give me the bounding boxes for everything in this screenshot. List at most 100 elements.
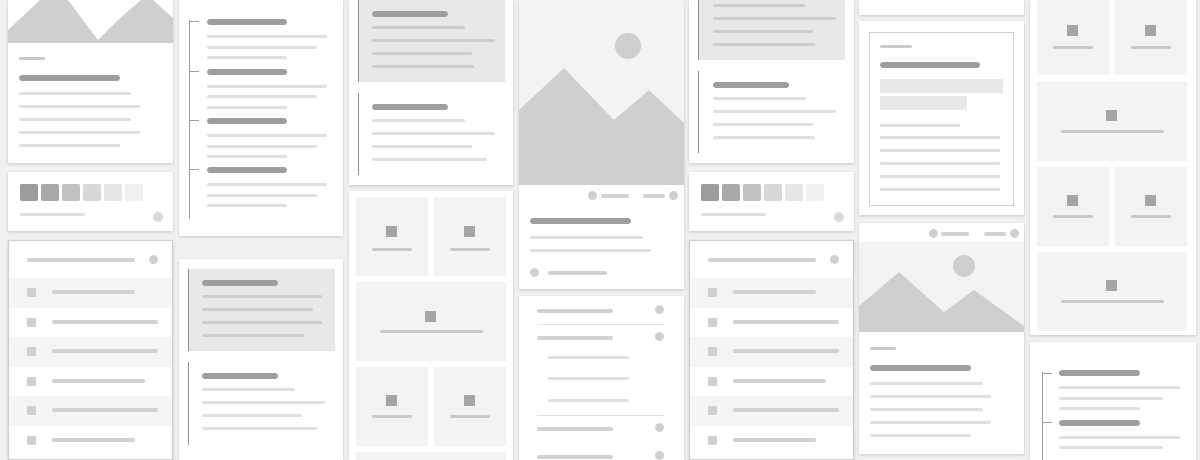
checkbox-icon[interactable] — [27, 377, 36, 386]
grid-tile[interactable] — [1037, 167, 1109, 246]
timeline-card[interactable] — [1030, 342, 1196, 460]
timeline-title — [1059, 370, 1140, 376]
checkbox-icon[interactable] — [27, 288, 36, 297]
dot-icon[interactable] — [834, 212, 844, 222]
divider — [537, 324, 664, 325]
checkbox-icon[interactable] — [27, 347, 36, 356]
timeline-card[interactable] — [179, 0, 343, 236]
dot-icon[interactable] — [830, 255, 839, 264]
text-line — [713, 110, 836, 113]
square-placeholder-icon — [464, 395, 475, 406]
accordion-header[interactable] — [537, 336, 613, 340]
palette-swatch[interactable] — [41, 184, 59, 201]
text-line — [530, 249, 651, 252]
quote-rail — [188, 362, 189, 445]
palette-swatch[interactable] — [806, 184, 824, 201]
grid-tile[interactable] — [1037, 0, 1109, 75]
palette-swatch[interactable] — [701, 184, 719, 201]
meta-placeholder — [601, 194, 629, 198]
checkbox-icon[interactable] — [27, 436, 36, 445]
checkbox-icon[interactable] — [708, 347, 717, 356]
text-line — [207, 106, 287, 109]
text-line — [207, 155, 287, 158]
accordion-subitem — [548, 356, 629, 359]
text-line — [19, 92, 131, 95]
media-card[interactable] — [519, 0, 684, 289]
palette-swatch[interactable] — [62, 184, 80, 201]
tile-grid-card[interactable] — [1030, 0, 1196, 335]
blockquote-card[interactable] — [689, 0, 854, 163]
checkbox-icon[interactable] — [27, 318, 36, 327]
quote-rail — [358, 0, 359, 82]
grid-tile[interactable] — [356, 367, 428, 446]
accordion-header[interactable] — [537, 427, 613, 431]
tile-caption — [1053, 46, 1093, 49]
document-card[interactable] — [859, 21, 1024, 215]
checkbox-icon[interactable] — [27, 406, 36, 415]
checkbox-icon[interactable] — [708, 377, 717, 386]
checklist-card[interactable] — [689, 240, 854, 460]
text-line — [713, 4, 805, 7]
grid-tile[interactable] — [356, 197, 428, 276]
blockquote-card[interactable] — [179, 259, 343, 460]
text-line — [207, 204, 287, 207]
palette-swatch[interactable] — [83, 184, 101, 201]
checkbox-icon[interactable] — [708, 318, 717, 327]
square-placeholder-icon — [1145, 25, 1156, 36]
grid-tile-wide[interactable] — [1037, 82, 1187, 161]
grid-tile-wide[interactable] — [356, 282, 506, 361]
dot-icon[interactable] — [655, 451, 664, 460]
list-item-text — [733, 379, 826, 383]
avatar[interactable] — [530, 268, 539, 277]
accordion-header[interactable] — [537, 455, 613, 459]
checkbox-icon[interactable] — [708, 288, 717, 297]
checklist-card[interactable] — [8, 240, 173, 460]
palette-swatch[interactable] — [125, 184, 143, 201]
text-line — [372, 39, 495, 42]
timeline-title — [1059, 420, 1140, 426]
dot-icon[interactable] — [655, 332, 664, 341]
grid-tile[interactable] — [1115, 0, 1187, 75]
palette-caption — [701, 213, 766, 216]
dot-icon[interactable] — [153, 212, 163, 222]
dot-icon[interactable] — [669, 191, 678, 200]
tile-caption — [1061, 300, 1164, 303]
text-line — [19, 118, 131, 121]
accordion-card[interactable] — [519, 296, 684, 460]
color-palette-card[interactable] — [8, 172, 173, 231]
grid-tile[interactable] — [1115, 167, 1187, 246]
media-card[interactable] — [859, 223, 1024, 454]
palette-swatch[interactable] — [764, 184, 782, 201]
timeline-tick — [189, 120, 199, 121]
text-line — [713, 17, 836, 20]
color-palette-card[interactable] — [689, 172, 854, 231]
image-article-card[interactable] — [8, 0, 173, 163]
text-line — [19, 144, 120, 147]
palette-swatch[interactable] — [743, 184, 761, 201]
grid-tile[interactable] — [434, 367, 506, 446]
list-header-placeholder — [27, 258, 135, 262]
tile-grid-card[interactable] — [349, 191, 513, 460]
dot-icon[interactable] — [655, 423, 664, 432]
timeline-title — [207, 118, 287, 124]
palette-swatch[interactable] — [785, 184, 803, 201]
checkbox-icon[interactable] — [708, 406, 717, 415]
palette-swatch[interactable] — [722, 184, 740, 201]
dot-icon[interactable] — [149, 255, 158, 264]
image-placeholder-icon — [519, 0, 684, 185]
checkbox-icon[interactable] — [708, 436, 717, 445]
timeline-tick — [1042, 373, 1052, 374]
palette-swatch[interactable] — [104, 184, 122, 201]
dot-icon[interactable] — [588, 191, 597, 200]
dot-icon[interactable] — [655, 305, 664, 314]
grid-tile-wide[interactable] — [1037, 252, 1187, 331]
dot-icon[interactable] — [1010, 229, 1019, 238]
grid-tile[interactable] — [434, 197, 506, 276]
text-line — [1059, 407, 1140, 410]
grid-tile-wide[interactable] — [356, 452, 506, 460]
accordion-header[interactable] — [537, 309, 613, 313]
dot-icon[interactable] — [929, 229, 938, 238]
blockquote-card[interactable] — [349, 0, 513, 185]
palette-swatch[interactable] — [20, 184, 38, 201]
list-item-text — [52, 379, 145, 383]
